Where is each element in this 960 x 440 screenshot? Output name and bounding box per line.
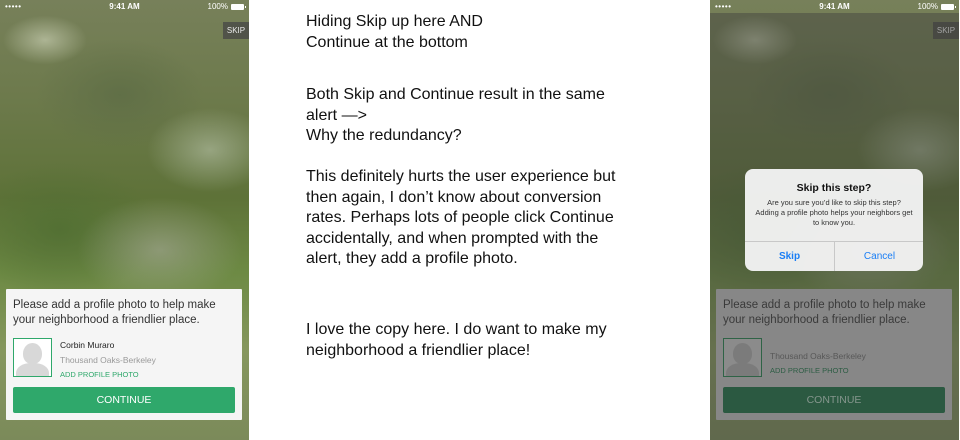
note-line: alert —> (306, 106, 367, 124)
battery-icon (231, 3, 246, 10)
note-line: Hiding Skip up here AND (306, 13, 483, 30)
alert-skip-button[interactable]: Skip (745, 242, 834, 271)
note-line: accidentally, and when prompted with the (306, 229, 599, 247)
add-profile-photo-link[interactable]: ADD PROFILE PHOTO (60, 370, 139, 379)
note-copy-praise: I love the copy here. I do want to make … (306, 320, 696, 361)
note-line: This definitely hurts the user experienc… (306, 168, 616, 185)
note-redundancy: Both Skip and Continue result in the sam… (306, 85, 696, 147)
profile-photo-card: Please add a profile photo to help make … (6, 289, 242, 420)
note-line: I love the copy here. I do want to make … (306, 321, 607, 338)
avatar-placeholder-icon[interactable] (13, 338, 52, 377)
note-line: rates. Perhaps lots of people click Cont… (306, 209, 614, 226)
skip-button[interactable]: SKIP (223, 22, 249, 39)
note-line: alert, they add a profile photo. (306, 250, 518, 267)
continue-button[interactable]: CONTINUE (13, 387, 235, 413)
note-line: Continue at the bottom (306, 33, 468, 51)
onboarding-screen-left: ••••• 9:41 AM 100% SKIP Please add a pro… (0, 0, 249, 440)
note-skip-placement: Hiding Skip up here AND Continue at the … (306, 12, 696, 53)
battery-percent: 100% (207, 2, 228, 11)
battery-percent: 100% (917, 2, 938, 11)
user-location: Thousand Oaks-Berkeley (60, 355, 156, 365)
skip-confirm-alert: Skip this step? Are you sure you’d like … (745, 169, 923, 271)
note-line: Both Skip and Continue result in the sam… (306, 86, 605, 103)
card-message: Please add a profile photo to help make … (13, 299, 216, 326)
alert-cancel-button[interactable]: Cancel (835, 242, 923, 271)
user-name: Corbin Muraro (60, 340, 115, 350)
status-bar: ••••• 9:41 AM 100% (0, 0, 249, 13)
onboarding-screen-right: ••••• 9:41 AM 100% SKIP Please add a pro… (710, 0, 959, 440)
note-user-experience: This definitely hurts the user experienc… (306, 167, 696, 270)
status-bar: ••••• 9:41 AM 100% (710, 0, 959, 13)
alert-message: Are you sure you’d like to skip this ste… (755, 198, 913, 227)
alert-title: Skip this step? (796, 182, 872, 194)
note-line: neighborhood a friendlier place! (306, 341, 531, 359)
note-line: Why the redundancy? (306, 127, 462, 144)
battery-icon (941, 3, 956, 10)
note-line: then again, I don’t know about conversio… (306, 188, 602, 206)
